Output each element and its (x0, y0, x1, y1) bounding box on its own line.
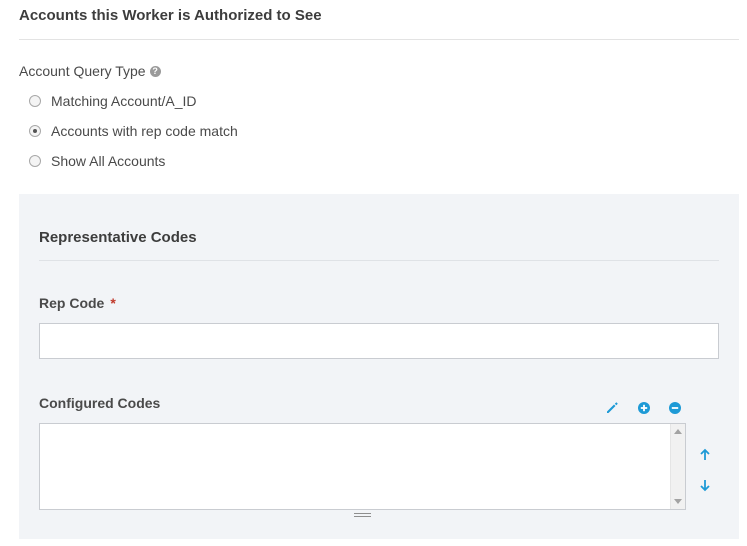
resize-handle[interactable] (354, 513, 371, 517)
list-scrollbar[interactable] (670, 424, 685, 509)
section-title: Accounts this Worker is Authorized to Se… (19, 7, 322, 24)
minus-circle-icon[interactable] (668, 401, 682, 415)
radio-label: Accounts with rep code match (51, 123, 238, 139)
radio-button-checked[interactable] (29, 125, 41, 137)
radio-option-matching-account[interactable]: Matching Account/A_ID (29, 93, 197, 109)
scroll-up-arrow-icon[interactable] (674, 429, 682, 434)
page: Accounts this Worker is Authorized to Se… (0, 0, 747, 546)
plus-circle-icon[interactable] (637, 401, 651, 415)
arrow-down-icon[interactable] (698, 478, 712, 492)
radio-button[interactable] (29, 155, 41, 167)
panel-divider (39, 260, 719, 261)
radio-option-show-all[interactable]: Show All Accounts (29, 153, 165, 169)
section-divider (19, 39, 739, 40)
radio-button[interactable] (29, 95, 41, 107)
rep-code-input[interactable] (39, 323, 719, 359)
pencil-icon[interactable] (605, 401, 619, 415)
radio-label: Show All Accounts (51, 153, 166, 169)
panel-title: Representative Codes (39, 229, 197, 246)
rep-code-label: Rep Code * (39, 295, 116, 311)
arrow-up-icon[interactable] (698, 448, 712, 462)
configured-codes-label: Configured Codes (39, 395, 161, 411)
radio-label: Matching Account/A_ID (51, 93, 197, 109)
rep-code-label-text: Rep Code (39, 295, 105, 311)
configured-codes-list[interactable] (39, 423, 686, 510)
question-circle-icon[interactable]: ? (149, 65, 161, 77)
account-query-type-text: Account Query Type (19, 63, 146, 79)
required-marker: * (110, 295, 116, 311)
account-query-type-label: Account Query Type ? (19, 63, 161, 79)
representative-codes-panel: Representative Codes Rep Code * Configure… (19, 194, 739, 539)
scroll-down-arrow-icon[interactable] (674, 499, 682, 504)
radio-option-rep-code-match[interactable]: Accounts with rep code match (29, 123, 238, 139)
